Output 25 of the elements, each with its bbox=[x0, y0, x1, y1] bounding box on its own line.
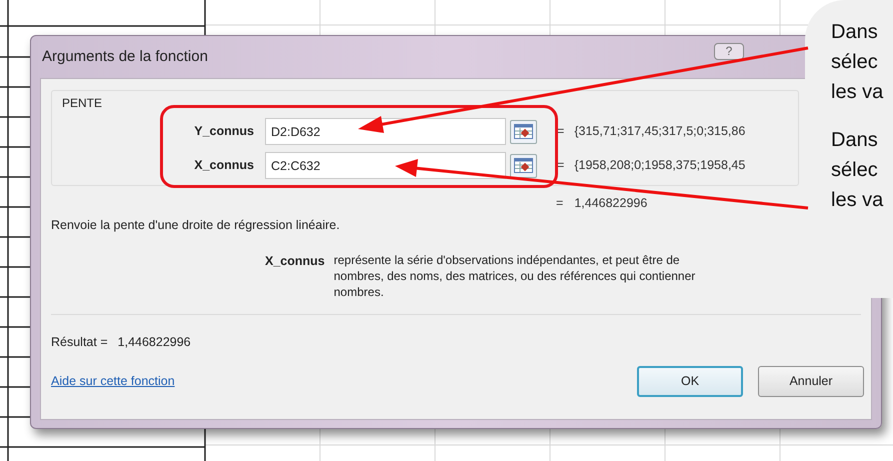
dialog-button[interactable]: OK bbox=[637, 366, 743, 396]
argument-preview: {1958,208;0;1958,375;1958,45 bbox=[574, 157, 746, 174]
help-button[interactable]: ? bbox=[714, 42, 744, 60]
result-label: Résultat = bbox=[51, 334, 108, 351]
argument-preview: {315,71;317,45;317,5;0;315,86 bbox=[574, 123, 746, 140]
input-field[interactable]: C2:C632 bbox=[265, 152, 506, 179]
function-name: PENTE bbox=[62, 95, 102, 112]
result-preview: 1,446822996 bbox=[574, 194, 648, 212]
help-link[interactable]: Aide sur cette fonction bbox=[51, 372, 175, 390]
argument-name: X_connus bbox=[265, 252, 325, 270]
table-icon bbox=[514, 124, 533, 139]
window-title: Arguments de la fonction bbox=[42, 46, 208, 67]
table-icon bbox=[514, 158, 533, 173]
callout-text: Dans sélec les va bbox=[831, 128, 884, 213]
argument-label: Y_connus bbox=[193, 123, 255, 140]
argument-label: X_connus bbox=[193, 157, 255, 174]
equals-sign: = bbox=[556, 194, 564, 212]
input-field[interactable]: D2:D632 bbox=[265, 118, 506, 145]
argument-description: représente la série d'observations indépendantes, et peut être de nombres, des noms, des matrices, ou des références qui contienner nombres. bbox=[334, 252, 696, 300]
range-select-button[interactable] bbox=[510, 154, 537, 178]
range-select-button[interactable] bbox=[510, 120, 537, 144]
dialog-button[interactable]: Annuler bbox=[758, 366, 864, 396]
function-description: Renvoie la pente d'une droite de régression linéaire. bbox=[51, 217, 340, 234]
callout-text: Dans sélec les va bbox=[831, 20, 884, 105]
result-value: 1,446822996 bbox=[118, 334, 191, 351]
